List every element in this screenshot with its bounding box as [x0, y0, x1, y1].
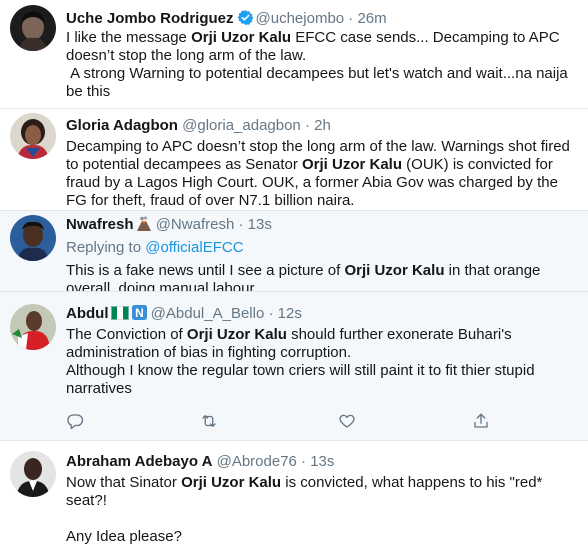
avatar-image [10, 451, 56, 497]
tweet-text: This is a fake news until I see a pictur… [66, 262, 578, 291]
tweet-text-highlight: Orji Uzor Kalu [302, 156, 403, 173]
timestamp[interactable]: 12s [278, 305, 302, 322]
display-name[interactable]: Uche Jombo Rodriguez [66, 10, 234, 27]
share-icon[interactable] [472, 412, 490, 430]
tweet-header: Uche Jombo Rodriguez @uchejombo · 26m [66, 9, 387, 31]
tweet-text-part: Now that Sinator [66, 474, 182, 491]
tweet-4[interactable]: Abdul N @Abdul_A_Bello · 12s The Convicti… [0, 292, 588, 440]
tweet-text: Decamping to APC doesn’t stop the long a… [66, 138, 578, 210]
n-button-emoji-icon: N [131, 305, 147, 325]
tweet-text: I like the message Orji Uzor Kalu EFCC c… [66, 29, 578, 101]
tweet-text: The Conviction of Orji Uzor Kalu should … [66, 326, 578, 398]
avatar-image [10, 304, 56, 350]
tweet-2[interactable]: Gloria Adagbon @gloria_adagbon · 2h Deca… [0, 109, 588, 211]
tweet-text: Now that Sinator Orji Uzor Kalu is convi… [66, 474, 578, 546]
display-name[interactable]: Abdul [66, 305, 109, 322]
avatar-image [10, 215, 56, 261]
volcano-emoji-icon [136, 216, 152, 236]
timestamp[interactable]: 2h [314, 117, 331, 134]
replying-to-label: Replying to [66, 239, 146, 256]
avatar[interactable] [10, 451, 56, 497]
avatar[interactable] [10, 215, 56, 261]
tweet-text-highlight: Orji Uzor Kalu [181, 474, 282, 491]
avatar[interactable] [10, 304, 56, 350]
display-name[interactable]: Abraham Adebayo A [66, 453, 212, 470]
tweet-text-part: I like the message [66, 29, 192, 46]
tweet-3[interactable]: Nwafresh @Nwafresh · 13s Replying to @of… [0, 211, 588, 291]
timestamp[interactable]: 13s [248, 216, 272, 233]
tweet-header: Gloria Adagbon @gloria_adagbon · 2h [66, 117, 331, 135]
tweet-text-highlight: Orji Uzor Kalu [191, 29, 292, 46]
timestamp[interactable]: 13s [310, 453, 334, 470]
tweet-1[interactable]: Uche Jombo Rodriguez @uchejombo · 26m I l… [0, 0, 588, 108]
nigeria-flag-emoji-icon [110, 306, 129, 325]
tweet-header: Abraham Adebayo A @Abrode76 · 13s [66, 453, 334, 471]
handle[interactable]: @Nwafresh [156, 216, 235, 233]
separator: · [301, 453, 307, 470]
n-badge-letter: N [135, 306, 144, 320]
tweet-header: Abdul N @Abdul_A_Bello · 12s [66, 305, 302, 325]
tweet-text-part: This is a fake news until I see a pictur… [66, 262, 345, 279]
separator: · [304, 117, 310, 134]
avatar[interactable] [10, 5, 56, 51]
avatar-image [10, 5, 56, 51]
replying-to: Replying to @officialEFCC [66, 239, 244, 257]
mention-link[interactable]: @officialEFCC [145, 239, 243, 256]
reply-icon[interactable] [66, 412, 84, 430]
timestamp[interactable]: 26m [357, 10, 386, 27]
tweet-text-part: The Conviction of [66, 326, 187, 343]
tweet-header: Nwafresh @Nwafresh · 13s [66, 216, 272, 236]
separator: · [238, 216, 244, 233]
separator: · [268, 305, 274, 322]
separator: · [348, 10, 354, 27]
tweet-actions [66, 412, 536, 430]
verified-badge-icon [237, 9, 254, 31]
handle[interactable]: @Abrode76 [217, 453, 297, 470]
display-name[interactable]: Nwafresh [66, 216, 134, 233]
handle[interactable]: @Abdul_A_Bello [151, 305, 265, 322]
handle[interactable]: @gloria_adagbon [182, 117, 301, 134]
avatar-image [10, 113, 56, 159]
avatar[interactable] [10, 113, 56, 159]
heart-icon[interactable] [338, 412, 356, 430]
display-name[interactable]: Gloria Adagbon [66, 117, 178, 134]
handle[interactable]: @uchejombo [256, 10, 345, 27]
tweet-text-highlight: Orji Uzor Kalu [186, 326, 287, 343]
tweet-5[interactable]: Abraham Adebayo A @Abrode76 · 13s Now th… [0, 441, 588, 555]
tweet-text-highlight: Orji Uzor Kalu [344, 262, 445, 279]
retweet-icon[interactable] [200, 412, 218, 430]
